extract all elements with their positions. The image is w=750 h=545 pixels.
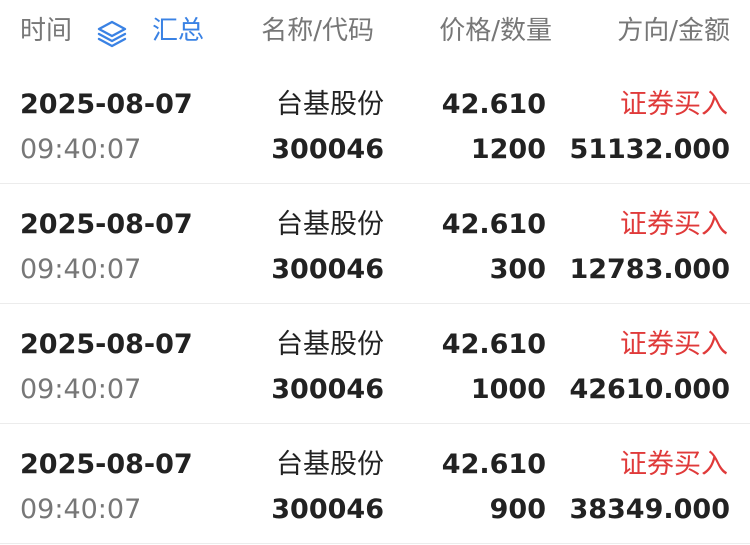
trade-records-page: 时间 汇总 名称/代码 价格/数量 方向/金额 2025-08-07 09:40…	[0, 0, 750, 545]
trade-amount: 42610.000	[569, 374, 730, 405]
trade-row[interactable]: 2025-08-07 09:40:07 台基股份 300046 42.610 9…	[0, 424, 750, 544]
trade-direction: 证券买入	[620, 329, 728, 360]
trade-quantity: 1000	[470, 374, 546, 405]
header-name-code-label: 名称/代码	[261, 16, 374, 46]
trade-price: 42.610	[441, 329, 546, 360]
trade-quantity: 300	[489, 254, 546, 285]
header-price-qty-label: 价格/数量	[439, 16, 552, 46]
layers-icon[interactable]	[96, 18, 128, 50]
trade-date: 2025-08-07	[20, 329, 193, 360]
trade-quantity: 1200	[470, 134, 546, 165]
trade-direction: 证券买入	[620, 209, 728, 240]
trade-row[interactable]: 2025-08-07 09:40:07 台基股份 300046 42.610 3…	[0, 184, 750, 304]
trade-row[interactable]: 2025-08-07 09:40:07 台基股份 300046 42.610 1…	[0, 64, 750, 184]
trade-direction: 证券买入	[620, 449, 728, 480]
summary-button[interactable]: 汇总	[152, 14, 204, 48]
trade-date: 2025-08-07	[20, 209, 193, 240]
stock-name: 台基股份	[276, 329, 384, 360]
list-header: 时间 汇总 名称/代码 价格/数量 方向/金额	[0, 0, 750, 62]
trade-time: 09:40:07	[20, 374, 142, 405]
layers-icon-graphic	[97, 20, 127, 48]
trade-direction: 证券买入	[620, 89, 728, 120]
trade-list: 2025-08-07 09:40:07 台基股份 300046 42.610 1…	[0, 64, 750, 544]
trade-amount: 12783.000	[569, 254, 730, 285]
stock-code: 300046	[271, 374, 384, 405]
trade-amount: 38349.000	[569, 494, 730, 525]
trade-date: 2025-08-07	[20, 89, 193, 120]
header-direction-amount-label: 方向/金额	[617, 16, 730, 46]
stock-name: 台基股份	[276, 89, 384, 120]
trade-quantity: 900	[489, 494, 546, 525]
stock-code: 300046	[271, 494, 384, 525]
trade-price: 42.610	[441, 89, 546, 120]
trade-row[interactable]: 2025-08-07 09:40:07 台基股份 300046 42.610 1…	[0, 304, 750, 424]
trade-date: 2025-08-07	[20, 449, 193, 480]
stock-code: 300046	[271, 134, 384, 165]
trade-price: 42.610	[441, 209, 546, 240]
trade-price: 42.610	[441, 449, 546, 480]
trade-time: 09:40:07	[20, 134, 142, 165]
stock-name: 台基股份	[276, 209, 384, 240]
trade-time: 09:40:07	[20, 494, 142, 525]
stock-code: 300046	[271, 254, 384, 285]
trade-amount: 51132.000	[569, 134, 730, 165]
trade-time: 09:40:07	[20, 254, 142, 285]
stock-name: 台基股份	[276, 449, 384, 480]
header-time-label: 时间	[20, 16, 73, 46]
